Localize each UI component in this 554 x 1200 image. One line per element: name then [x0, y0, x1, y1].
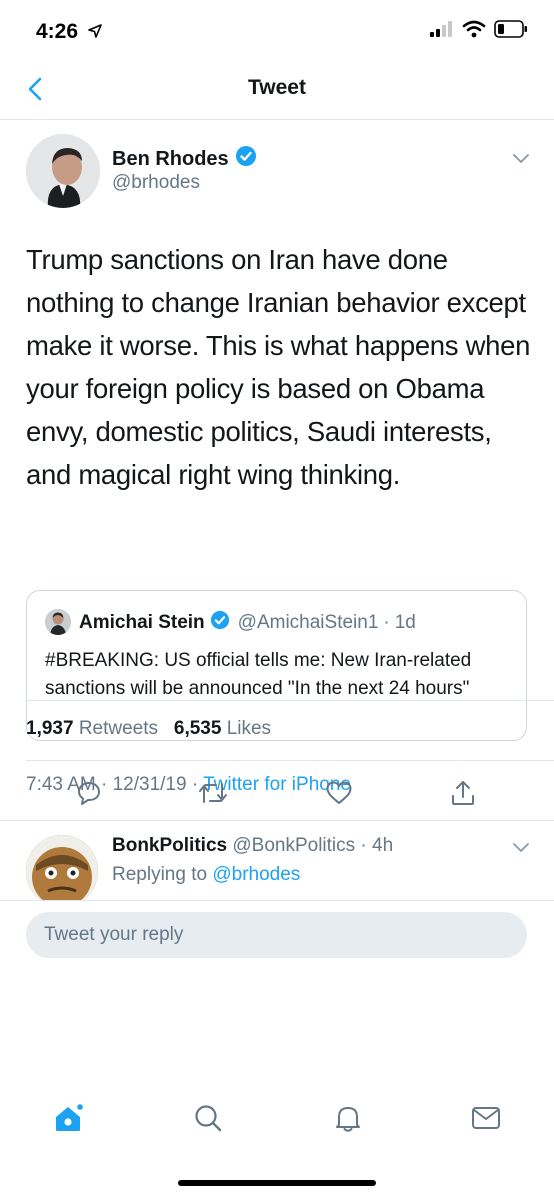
signal-icon [430, 21, 454, 42]
quote-header: Amichai Stein @AmichaiStein1 · 1d [79, 610, 416, 636]
compose-bar [0, 900, 554, 1080]
replying-to: Replying to @brhodes [112, 864, 300, 886]
battery-icon [494, 20, 528, 43]
notifications-icon[interactable] [328, 1098, 368, 1138]
author-name[interactable]: Ben Rhodes [112, 145, 257, 173]
chevron-down-icon[interactable] [512, 841, 530, 859]
retweets-label: Retweets [78, 718, 159, 739]
likes-label: Likes [226, 718, 272, 739]
quote-author-name: Amichai Stein [79, 612, 205, 633]
home-icon[interactable] [48, 1098, 88, 1138]
author-name-text: Ben Rhodes [112, 147, 229, 170]
messages-icon[interactable] [466, 1098, 506, 1138]
reply-input[interactable] [26, 912, 527, 958]
reply-author-name[interactable]: BonkPolitics [112, 835, 227, 856]
verified-badge-icon [235, 145, 257, 173]
share-icon[interactable] [446, 776, 480, 810]
chevron-down-icon[interactable] [512, 152, 530, 170]
page-title: Tweet [248, 76, 306, 99]
replying-to-label: Replying to [112, 864, 208, 885]
retweets-count: 1,937 [26, 718, 74, 739]
divider [26, 700, 554, 701]
reply-timestamp: 4h [372, 835, 394, 856]
likes-count: 6,535 [173, 718, 222, 739]
tab-bar [0, 1090, 554, 1160]
like-icon[interactable] [322, 776, 356, 810]
avatar[interactable] [26, 134, 100, 208]
wifi-icon [462, 20, 486, 43]
quote-timestamp: 1d [394, 612, 416, 633]
nav-bar: Tweet [0, 60, 554, 120]
reply-icon[interactable] [72, 776, 106, 810]
replying-to-mention[interactable]: @brhodes [212, 864, 300, 885]
reply-avatar[interactable] [26, 835, 98, 900]
retweets-stat[interactable]: 1,937 Retweets [26, 718, 158, 739]
home-indicator[interactable] [178, 1180, 376, 1186]
reply-author-handle[interactable]: @BonkPolitics [232, 835, 355, 856]
status-bar: 4:26 [0, 0, 554, 60]
tweet-actions [0, 768, 554, 820]
separator-dot: · [383, 612, 390, 633]
tweet-stats: 1,937 Retweets 6,535 Likes [26, 718, 271, 740]
reply-header: BonkPolitics @BonkPolitics · 4h [112, 835, 393, 857]
author-handle[interactable]: @brhodes [112, 172, 200, 194]
separator-dot: · [360, 835, 367, 856]
search-icon[interactable] [188, 1098, 228, 1138]
tweet-text: Trump sanctions on Iran have done nothin… [26, 244, 531, 490]
quote-author-handle: @AmichaiStein1 [237, 612, 379, 633]
quote-text: #BREAKING: US official tells me: New Ira… [45, 650, 472, 699]
retweet-icon[interactable] [196, 776, 230, 810]
status-time: 4:26 [36, 20, 79, 43]
quote-avatar [45, 609, 71, 635]
verified-badge-icon [210, 610, 230, 636]
likes-stat[interactable]: 6,535 Likes [174, 718, 271, 739]
location-arrow-icon [88, 24, 102, 43]
reply-tweet[interactable]: BonkPolitics @BonkPolitics · 4h Replying… [0, 820, 554, 900]
divider [26, 760, 554, 761]
